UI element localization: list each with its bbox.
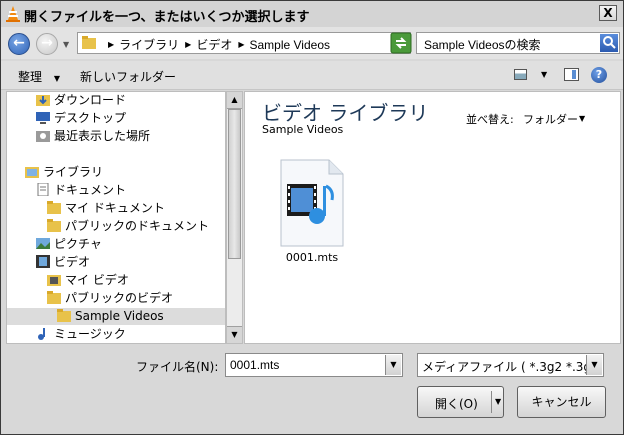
navigation-pane: ダウンロード デスクトップ 最近表示した場所 ライブラリ ドキュメント マイ ド…	[6, 91, 226, 344]
title-bar: 開くファイルを一つ、またはいくつか選択します X	[1, 1, 623, 28]
change-view-icon[interactable]	[514, 69, 527, 80]
organize-button[interactable]: 整理 ▼	[18, 68, 60, 85]
tree-item-desktop[interactable]: デスクトップ	[36, 110, 126, 127]
file-list-pane: ビデオ ライブラリ Sample Videos 並べ替え: フォルダー ▼ 00…	[244, 91, 621, 344]
folder-icon	[82, 36, 96, 49]
tree-item-label: デスクトップ	[54, 111, 127, 125]
tree-item-music[interactable]: ミュージック	[36, 326, 126, 343]
library-subtitle: Sample Videos	[262, 123, 344, 136]
library-title: ビデオ ライブラリ	[262, 101, 429, 125]
back-button[interactable]: ←	[8, 33, 30, 55]
breadcrumb-separator-icon[interactable]: ▶	[238, 40, 244, 49]
breadcrumb: ▶ ライブラリ ▶ ビデオ ▶ Sample Videos	[102, 36, 330, 53]
tree-item-sample-videos[interactable]: Sample Videos	[7, 308, 225, 325]
tree-item-public-documents[interactable]: パブリックのドキュメント	[47, 218, 209, 235]
preview-pane-icon[interactable]	[564, 68, 579, 81]
tree-item-label: Sample Videos	[75, 309, 164, 323]
tree-item-label: パブリックのドキュメント	[65, 219, 210, 233]
navigation-bar: ← → ▼ ▶ライブラリ▶ビデオ▶Sample Videos ▼ Sample …	[1, 27, 623, 59]
tree-item-label: ビデオ	[54, 255, 91, 269]
scrollbar-thumb[interactable]	[228, 109, 241, 259]
tree-item-label: マイ ドキュメント	[65, 201, 165, 215]
split-divider	[491, 391, 492, 413]
folder-icon	[47, 275, 61, 286]
search-icon	[603, 36, 616, 49]
vlc-cone-icon	[6, 6, 20, 22]
filename-field[interactable]: 0001.mts ▼	[225, 353, 403, 377]
open-button[interactable]: 開く(O) ▼	[417, 386, 504, 418]
recent-places-icon	[36, 131, 50, 142]
view-dropdown-icon[interactable]: ▼	[541, 70, 547, 79]
tree-item-public-videos[interactable]: パブリックのビデオ	[47, 290, 173, 307]
tree-item-my-videos[interactable]: マイ ビデオ	[47, 272, 129, 289]
desktop-icon	[36, 112, 50, 124]
tree-item-documents[interactable]: ドキュメント	[36, 182, 126, 199]
pictures-icon	[36, 238, 50, 249]
scroll-down-icon[interactable]: ▼	[227, 326, 242, 343]
tree-item-my-documents[interactable]: マイ ドキュメント	[47, 200, 165, 217]
cancel-button[interactable]: キャンセル	[517, 386, 606, 418]
tree-item-label: マイ ビデオ	[65, 273, 129, 287]
organize-label: 整理	[18, 70, 43, 84]
chevron-down-icon[interactable]: ▼	[579, 114, 585, 123]
videos-icon	[36, 255, 50, 268]
help-icon[interactable]: ?	[591, 67, 607, 83]
documents-icon	[37, 183, 49, 196]
folder-icon	[47, 219, 61, 232]
breadcrumb-libraries[interactable]: ライブラリ	[119, 38, 179, 52]
tree-item-label: ピクチャ	[54, 237, 102, 251]
close-button[interactable]: X	[599, 5, 617, 21]
search-input[interactable]: Sample Videosの検索	[424, 36, 541, 53]
file-item[interactable]: 0001.mts	[277, 158, 347, 268]
breadcrumb-separator-icon[interactable]: ▶	[185, 40, 191, 49]
tree-item-recent-places[interactable]: 最近表示した場所	[36, 128, 150, 145]
navigation-scrollbar[interactable]: ▲ ▼	[226, 91, 243, 344]
scroll-up-icon[interactable]: ▲	[227, 92, 242, 109]
arrange-by-dropdown[interactable]: フォルダー	[523, 111, 578, 127]
breadcrumb-videos[interactable]: ビデオ	[196, 38, 232, 52]
tree-item-label: 最近表示した場所	[54, 129, 151, 143]
tree-item-pictures[interactable]: ピクチャ	[36, 236, 102, 253]
tree-item-label: ドキュメント	[54, 183, 127, 197]
folder-icon	[47, 201, 61, 214]
libraries-icon	[25, 167, 39, 178]
video-file-icon	[280, 159, 344, 247]
folder-icon	[47, 291, 61, 304]
open-file-dialog: 開くファイルを一つ、またはいくつか選択します X ← → ▼ ▶ ライブラリ ▶ ビデ…	[0, 0, 624, 435]
open-dropdown-icon[interactable]: ▼	[495, 397, 501, 406]
file-name: 0001.mts	[285, 251, 339, 264]
history-dropdown-icon[interactable]: ▼	[63, 40, 69, 49]
dialog-footer: ファイル名(N): 0001.mts ▼ メディアファイル ( *.3g2 *.…	[1, 345, 623, 434]
download-folder-icon	[36, 95, 50, 106]
address-bar[interactable]: ▶ライブラリ▶ビデオ▶Sample Videos ▼	[77, 32, 411, 54]
filename-label: ファイル名(N):	[136, 360, 219, 374]
open-label: 開く(O)	[435, 397, 478, 411]
folder-icon	[57, 309, 71, 322]
tree-item-label: ミュージック	[54, 327, 126, 341]
tree-item-downloads[interactable]: ダウンロード	[36, 92, 126, 109]
new-folder-button[interactable]: 新しいフォルダー	[80, 68, 176, 85]
window-title: 開くファイルを一つ、またはいくつか選択します	[24, 10, 310, 25]
tree-item-libraries[interactable]: ライブラリ	[25, 164, 103, 181]
tree-item-videos[interactable]: ビデオ	[36, 254, 90, 271]
refresh-icon[interactable]	[390, 32, 412, 54]
command-bar: 整理 ▼ 新しいフォルダー ▼ ?	[1, 61, 623, 90]
breadcrumb-sample-videos[interactable]: Sample Videos	[250, 38, 331, 52]
filetype-select[interactable]: メディアファイル ( *.3g2 *.3g ▼	[417, 353, 604, 377]
filename-value[interactable]: 0001.mts	[230, 358, 279, 372]
filename-dropdown-icon[interactable]: ▼	[385, 355, 401, 375]
tree-item-label: パブリックのビデオ	[65, 291, 174, 305]
search-box[interactable]: Sample Videosの検索	[416, 32, 620, 54]
filetype-dropdown-icon[interactable]: ▼	[586, 355, 602, 375]
chevron-down-icon: ▼	[53, 74, 60, 83]
search-button[interactable]	[600, 34, 618, 52]
tree-item-label: ライブラリ	[43, 165, 104, 179]
music-icon	[38, 328, 45, 340]
breadcrumb-separator-icon[interactable]: ▶	[108, 40, 114, 49]
arrange-by-label: 並べ替え:	[466, 113, 514, 126]
filetype-value: メディアファイル ( *.3g2 *.3g	[422, 360, 592, 374]
tree-item-label: ダウンロード	[54, 93, 127, 107]
forward-button[interactable]: →	[36, 33, 58, 55]
